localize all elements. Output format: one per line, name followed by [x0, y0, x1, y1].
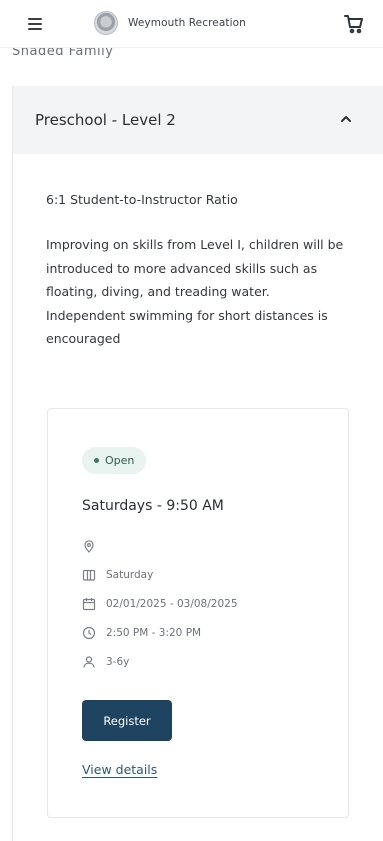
- chevron-up-icon[interactable]: [338, 111, 354, 127]
- time-row: 2:50 PM - 3:20 PM: [82, 626, 201, 640]
- view-details-link[interactable]: View details: [82, 762, 157, 777]
- town-seal-icon: [94, 11, 118, 35]
- person-icon: [83, 656, 95, 668]
- time-value: 2:50 PM - 3:20 PM: [106, 627, 202, 639]
- days-value: Saturday: [106, 569, 154, 581]
- dates-value: 02/01/2025 - 03/08/2025: [106, 598, 238, 610]
- hamburger-menu-icon[interactable]: [28, 14, 48, 34]
- clock-icon: [82, 626, 96, 640]
- status-label: Open: [105, 454, 135, 467]
- brand-logo[interactable]: Weymouth Recreation: [94, 11, 246, 35]
- accordion-preschool-level-2: Preschool - Level 2 6:1 Student-to-Instr…: [12, 86, 383, 841]
- calendar-week-icon: [82, 569, 96, 581]
- accordion-title: Preschool - Level 2: [35, 111, 176, 129]
- ratio-text: 6:1 Student-to-Instructor Ratio: [46, 192, 238, 207]
- location-row: [82, 539, 106, 553]
- status-badge: Open: [82, 447, 147, 474]
- session-title: Saturdays - 9:50 AM: [82, 498, 224, 514]
- ages-row: 3-6y: [82, 655, 129, 669]
- register-button[interactable]: Register: [82, 700, 172, 741]
- ages-value: 3-6y: [106, 656, 130, 668]
- shopping-cart-icon[interactable]: [342, 12, 366, 36]
- location-pin-icon: [84, 540, 94, 553]
- accordion-header[interactable]: Preschool - Level 2: [13, 86, 383, 154]
- dates-row: 02/01/2025 - 03/08/2025: [82, 597, 238, 611]
- calendar-icon: [82, 598, 96, 611]
- days-row: Saturday: [82, 568, 153, 582]
- top-bar: Weymouth Recreation: [0, 0, 383, 48]
- brand-name: Weymouth Recreation: [128, 17, 246, 29]
- session-card: Open Saturdays - 9:50 AM Saturday 02/01/…: [47, 408, 349, 818]
- accordion-body: 6:1 Student-to-Instructor Ratio Improvin…: [13, 154, 383, 351]
- class-description: Improving on skills from Level I, childr…: [46, 237, 344, 346]
- status-dot-icon: [94, 458, 99, 463]
- previous-section-label: Shaded Family: [12, 48, 114, 59]
